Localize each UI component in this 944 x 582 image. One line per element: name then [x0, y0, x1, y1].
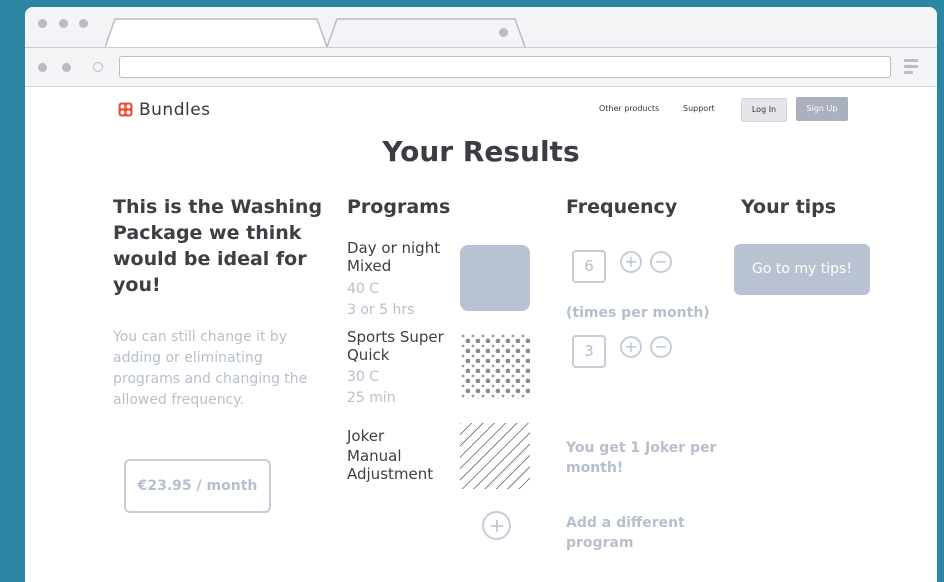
program-1-image [460, 245, 530, 311]
tab-bar [25, 7, 937, 48]
package-subtext: You can still change it by adding or eli… [113, 329, 308, 408]
frequency-subheading: (times per month) [566, 305, 710, 321]
frequency-heading: Frequency [566, 196, 678, 218]
program-2-decrease-button[interactable]: − [650, 336, 672, 358]
forward-icon[interactable] [62, 63, 71, 72]
program-3-hatch-image [460, 423, 530, 489]
url-input[interactable] [119, 56, 891, 78]
window-zoom-dot[interactable] [79, 19, 88, 28]
brand-logo-icon [118, 102, 133, 117]
programs-heading: Programs [347, 196, 451, 218]
add-different-program-link[interactable]: Add a different program [566, 513, 726, 553]
tab-inactive[interactable] [327, 18, 527, 47]
price-button[interactable]: €23.95 / month [124, 459, 271, 513]
package-heading: This is the Washing Package we think wou… [113, 196, 323, 296]
program-2-temp: 30 C [347, 369, 380, 385]
program-2-increase-button[interactable]: + [620, 336, 642, 358]
program-1-decrease-button[interactable]: − [650, 251, 672, 273]
program-2-dots-image [460, 333, 530, 399]
window-minimize-dot[interactable] [59, 19, 68, 28]
add-program-button[interactable] [482, 511, 511, 540]
program-1-temp: 40 C [347, 281, 380, 297]
program-3-name: Joker [347, 427, 385, 445]
nav-other-products[interactable]: Other products [599, 104, 659, 113]
browser-window: Bundles Other products Support Log In Si… [25, 7, 937, 582]
menu-icon[interactable] [904, 59, 918, 75]
address-bar [25, 48, 937, 87]
brand-name: Bundles [139, 100, 211, 120]
back-icon[interactable] [38, 63, 47, 72]
program-2-duration: 25 min [347, 390, 396, 406]
reload-icon[interactable] [93, 62, 103, 72]
program-2-frequency-input[interactable]: 3 [572, 335, 606, 368]
go-to-tips-button[interactable]: Go to my tips! [734, 244, 870, 295]
tips-heading: Your tips [741, 196, 837, 218]
login-button[interactable]: Log In [741, 98, 787, 122]
nav-support[interactable]: Support [683, 104, 715, 113]
joker-note: You get 1 Joker per month! [566, 440, 717, 476]
tab-close-icon[interactable] [499, 28, 508, 37]
program-3-subname: Manual Adjustment [347, 447, 434, 483]
program-1-duration: 3 or 5 hrs [347, 302, 415, 318]
page-content: Bundles Other products Support Log In Si… [25, 87, 937, 582]
program-1-increase-button[interactable]: + [620, 251, 642, 273]
program-1-name: Day or night Mixed [347, 239, 441, 275]
page-title: Your Results [382, 135, 580, 168]
tab-active[interactable] [105, 18, 327, 47]
program-1-frequency-input[interactable]: 6 [572, 250, 606, 283]
program-2-name: Sports Super Quick [347, 328, 444, 364]
window-close-dot[interactable] [38, 19, 47, 28]
signup-button[interactable]: Sign Up [796, 97, 848, 121]
